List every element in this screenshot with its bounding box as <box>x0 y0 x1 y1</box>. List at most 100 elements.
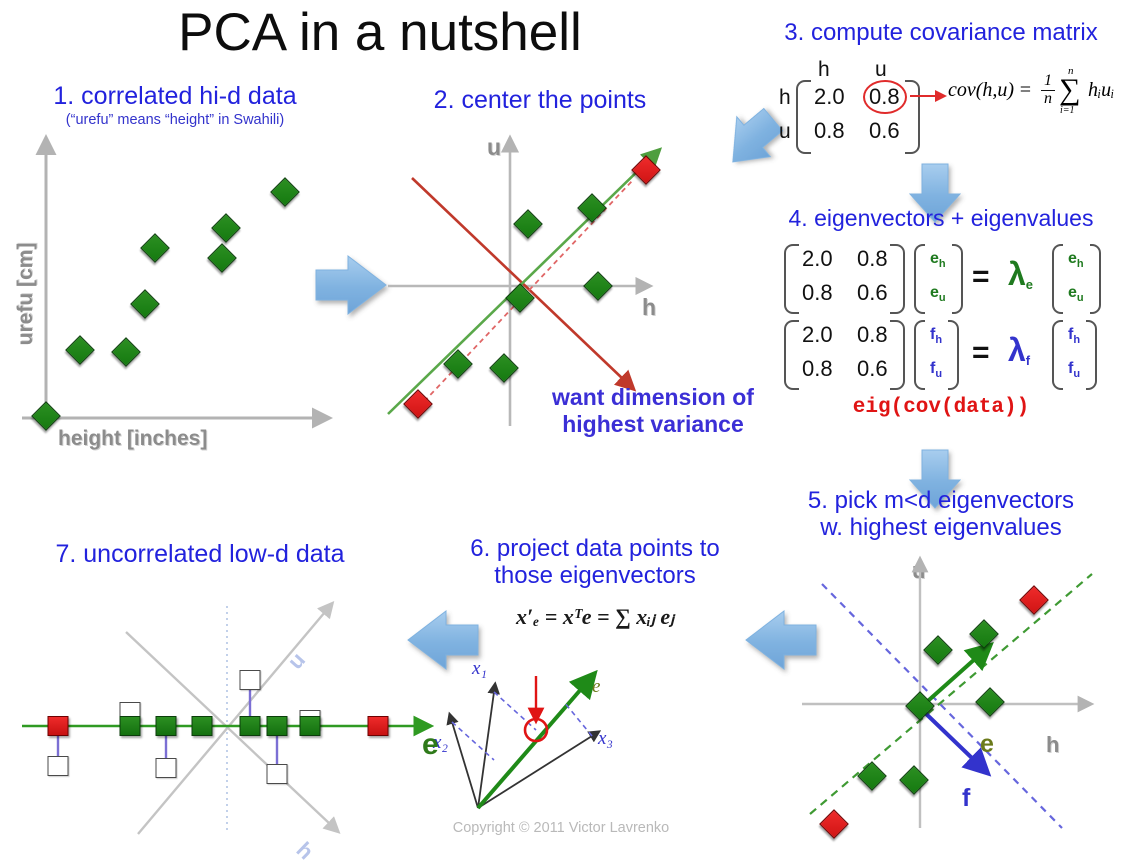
sigma-bottom-limit: i=1 <box>1060 105 1075 116</box>
projected-point <box>119 716 141 736</box>
matrix-cell: 2.0 <box>814 84 845 109</box>
step-6-heading: 6. project data points to those eigenvec… <box>430 535 760 590</box>
vector-subscript: u <box>1073 368 1081 381</box>
fraction-numerator: 1 <box>1044 72 1052 89</box>
step-7-panel: 7. uncorrelated low-d data u h e <box>0 540 460 864</box>
page-title: PCA in a nutshell <box>178 3 582 62</box>
vector-subscript: h <box>1073 334 1081 347</box>
step-2-caption: want dimension of highest variance <box>538 384 768 438</box>
vector-component: fu <box>1068 360 1080 380</box>
matrix-cell: 0.6 <box>857 280 888 305</box>
eig-code-snippet: eig(cov(data)) <box>852 396 1030 419</box>
vector-symbol: e <box>1068 250 1077 267</box>
eigenvalue-lambda: λe <box>1008 256 1033 293</box>
step-1-heading: 1. correlated hi-d data <box>53 82 297 110</box>
vector-subscript: u <box>1076 292 1084 305</box>
matrix-bracket-left <box>784 244 799 314</box>
matrix-cell: 2.0 <box>802 322 833 347</box>
step-2-caption-line1: want dimension of <box>552 384 754 410</box>
vector-component: fu <box>930 360 942 380</box>
step-5-vector-e-label: e <box>980 730 994 758</box>
original-point-outline <box>155 758 177 778</box>
step-5-plot <box>802 555 1095 829</box>
step-3-col-header-u: u <box>875 58 887 81</box>
original-point-outline <box>239 670 261 690</box>
matrix-cell: 0.8 <box>802 356 833 381</box>
step-5-vector-f-label: f <box>962 784 971 812</box>
step-5-heading-line1: 5. pick m<d eigenvectors <box>807 487 1075 514</box>
matrix-cell: 0.8 <box>857 322 888 347</box>
eigen-equation-2: 2.0 0.8 0.8 0.6 fh fu = λf fh fu <box>762 318 1120 392</box>
projected-point <box>239 716 261 736</box>
matrix-cell: 0.6 <box>869 118 900 143</box>
step-4-panel: 4. eigenvectors + eigenvalues 2.0 0.8 0.… <box>762 205 1120 436</box>
projected-point <box>299 716 321 736</box>
sigma-symbol: ∑ <box>1059 73 1081 106</box>
matrix-bracket-right <box>890 244 905 314</box>
matrix-bracket-right <box>890 320 905 390</box>
vector-symbol: e <box>1068 284 1077 301</box>
vector-subscript: u <box>935 368 943 381</box>
projected-point <box>47 716 69 736</box>
vector-subscript: h <box>1076 258 1084 271</box>
vector-component: eh <box>930 250 946 270</box>
step-1-note: (“urefu” means “height” in Swahili) <box>65 112 285 128</box>
step-1-panel: 1. correlated hi-d data (“urefu” means “… <box>0 82 350 472</box>
step-3-panel: 3. compute covariance matrix h u h u 2.0… <box>762 19 1120 180</box>
equals-sign: = <box>972 336 990 369</box>
vector-component: eu <box>1068 284 1084 304</box>
formula-fraction: 1 n <box>1040 73 1056 110</box>
step-3-row-header-u: u <box>779 120 791 143</box>
vector-subscript: h <box>938 258 946 271</box>
original-point-outline <box>266 764 288 784</box>
vector-bracket-left <box>1052 244 1063 314</box>
step-7-axis-h-label: h <box>291 836 319 865</box>
projected-point <box>367 716 389 736</box>
red-pointer-arrow-icon <box>910 90 947 102</box>
step-3-col-header-h: h <box>818 58 830 81</box>
step-3-heading: 3. compute covariance matrix <box>784 19 1098 46</box>
lambda-symbol: λ <box>1008 256 1026 292</box>
matrix-cell: 0.6 <box>857 356 888 381</box>
lambda-subscript: e <box>1025 277 1034 293</box>
vector-subscript: u <box>938 292 946 305</box>
step-6-vector-label-x3: x₃ <box>598 728 614 749</box>
step-3-bracket-left <box>796 80 811 154</box>
vector-symbol: e <box>930 284 939 301</box>
equals-sign: = <box>972 260 990 293</box>
projected-point <box>191 716 213 736</box>
step-7-heading: 7. uncorrelated low-d data <box>55 540 345 568</box>
step-3-row-header-h: h <box>779 86 791 109</box>
step-7-plot <box>22 600 435 835</box>
eigenvalue-lambda: λf <box>1008 332 1030 369</box>
vector-subscript: h <box>935 334 943 347</box>
matrix-cell: 0.8 <box>802 280 833 305</box>
matrix-bracket-left <box>784 320 799 390</box>
vector-bracket-right <box>948 320 959 390</box>
formula-equals: = <box>1018 79 1033 101</box>
step-6-e-label: e <box>592 676 601 697</box>
projected-point <box>266 716 288 736</box>
vector-symbol: e <box>930 250 939 267</box>
step-2-panel: 2. center the points u h want dimension … <box>370 86 754 446</box>
vector-bracket-right <box>952 244 963 314</box>
matrix-cell: 0.8 <box>857 246 888 271</box>
step-2-heading: 2. center the points <box>433 86 647 114</box>
vector-bracket-left <box>1052 320 1063 390</box>
step-5-heading-line2: w. highest eigenvalues <box>820 513 1062 541</box>
vector-bracket-left <box>914 320 925 390</box>
step-6-panel: 6. project data points to those eigenvec… <box>430 535 760 836</box>
lambda-symbol: λ <box>1008 332 1026 368</box>
fraction-bar <box>1041 90 1055 92</box>
original-point-outline <box>47 756 69 776</box>
covariance-highlight-circle <box>863 80 907 114</box>
fraction-denominator: n <box>1044 90 1052 107</box>
step-6-heading-line2: those eigenvectors <box>494 561 696 589</box>
copyright-notice: Copyright © 2011 Victor Lavrenko <box>452 820 670 836</box>
matrix-cell: 2.0 <box>802 246 833 271</box>
step-4-heading: 4. eigenvectors + eigenvalues <box>788 205 1094 231</box>
step-7-e-label: e <box>422 728 439 761</box>
step-2-caption-line2: highest variance <box>562 411 744 438</box>
vector-bracket-right <box>1086 320 1097 390</box>
step-5-heading: 5. pick m<d eigenvectors w. highest eige… <box>762 487 1120 542</box>
